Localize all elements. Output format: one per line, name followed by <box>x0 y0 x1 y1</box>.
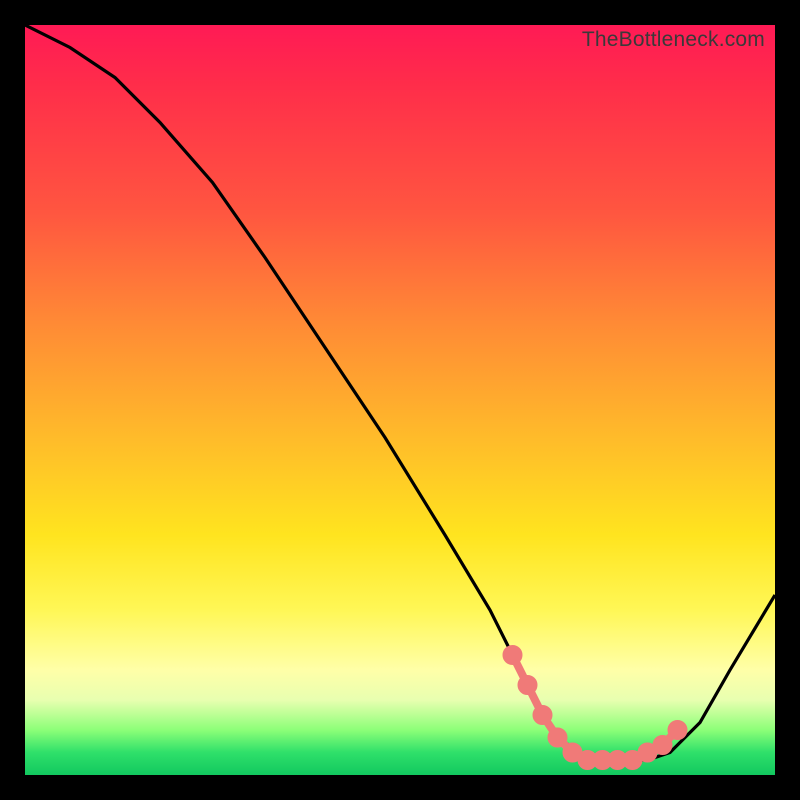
bottleneck-curve <box>25 25 775 760</box>
highlight-dot <box>672 724 684 736</box>
highlight-dot <box>597 754 609 766</box>
highlight-dot <box>657 739 669 751</box>
highlight-dots <box>507 649 684 766</box>
highlight-dot <box>567 747 579 759</box>
highlight-dot <box>612 754 624 766</box>
highlight-dot <box>582 754 594 766</box>
chart-frame: TheBottleneck.com <box>25 25 775 775</box>
highlight-dot <box>507 649 519 661</box>
highlight-dot <box>537 709 549 721</box>
highlight-dot <box>627 754 639 766</box>
highlight-dot <box>552 732 564 744</box>
highlight-dot <box>642 747 654 759</box>
chart-svg <box>25 25 775 775</box>
highlight-dot <box>522 679 534 691</box>
watermark-text: TheBottleneck.com <box>582 28 765 52</box>
